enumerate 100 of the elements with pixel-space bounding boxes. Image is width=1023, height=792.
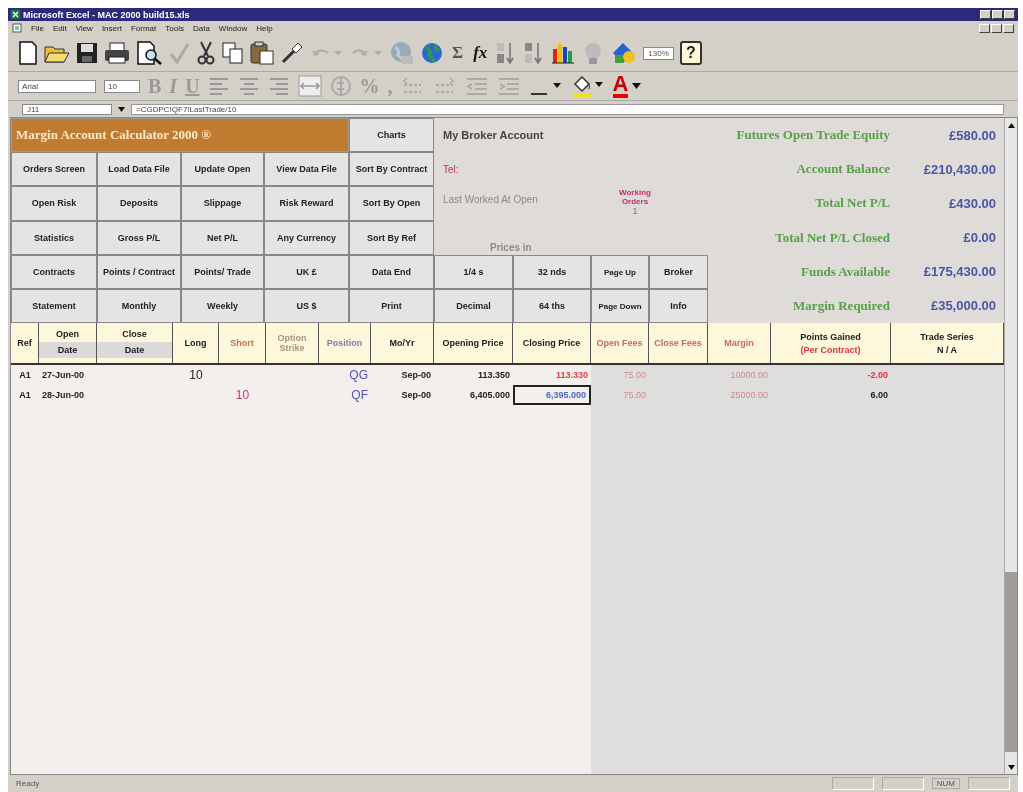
- sheet-button[interactable]: Load Data File: [97, 152, 181, 187]
- sheet-button[interactable]: 1/4 s: [434, 255, 513, 289]
- status-panel: [881, 777, 924, 790]
- column-header: Position: [319, 323, 371, 363]
- sheet-button[interactable]: Deposits: [97, 186, 181, 221]
- header-button[interactable]: Date: [97, 341, 172, 358]
- drawing-tools-icon[interactable]: [611, 41, 638, 65]
- column-header: Opening Price: [434, 323, 513, 363]
- summary-value: £580.00: [948, 127, 997, 143]
- sheet-button[interactable]: Statement: [11, 288, 97, 323]
- sheet-button[interactable]: Decimal: [434, 289, 513, 323]
- sheet-button[interactable]: Gross P/L: [97, 220, 181, 255]
- menu-item[interactable]: Edit: [52, 23, 67, 33]
- sheet-button[interactable]: Print: [349, 288, 434, 323]
- menu-item[interactable]: Tools: [165, 23, 184, 33]
- table-cell-text: 10: [188, 367, 204, 384]
- font-color-button[interactable]: A: [612, 74, 629, 98]
- sheet-button[interactable]: View Data File: [264, 152, 349, 187]
- formula-field[interactable]: =CGDPC!QF7!LastTrade/10: [131, 103, 1004, 115]
- sum-button[interactable]: Σ: [450, 43, 466, 63]
- header-button[interactable]: Date: [39, 341, 96, 358]
- sheet-button[interactable]: Page Up: [591, 255, 649, 289]
- scroll-down-icon[interactable]: [1007, 764, 1015, 770]
- phone-label: Tel:: [443, 163, 460, 175]
- fill-color-icon[interactable]: [570, 74, 605, 98]
- sheet-button[interactable]: Monthly: [97, 288, 181, 323]
- caret-icon[interactable]: [118, 106, 125, 112]
- menu-item[interactable]: View: [75, 23, 93, 33]
- table-cell-text: -2.00: [866, 369, 889, 382]
- caret-icon[interactable]: [632, 83, 642, 89]
- document-icon[interactable]: [12, 23, 22, 33]
- sheet-button[interactable]: Slippage: [181, 186, 264, 221]
- globe-icon[interactable]: [420, 41, 444, 65]
- print-preview-icon[interactable]: [136, 41, 162, 65]
- sheet-button[interactable]: Update Open: [181, 152, 264, 187]
- print-icon[interactable]: [104, 42, 130, 64]
- menu-item[interactable]: Insert: [101, 23, 122, 33]
- help-button[interactable]: ?: [679, 41, 702, 65]
- table-cell-text: 10: [234, 387, 251, 404]
- sheet-button[interactable]: Contracts: [11, 254, 97, 289]
- minimize-button[interactable]: [979, 23, 990, 33]
- summary-label: Total Net P/L Closed: [774, 229, 890, 246]
- copy-icon[interactable]: [222, 42, 244, 64]
- merge-cells-icon[interactable]: [297, 75, 322, 97]
- bar-chart-icon[interactable]: [551, 41, 576, 65]
- sheet-button[interactable]: 64 ths: [513, 289, 591, 323]
- sheet-button[interactable]: Open Risk: [11, 186, 97, 221]
- paintbrush-icon[interactable]: [280, 41, 304, 65]
- sheet-button[interactable]: US $: [264, 288, 349, 323]
- menu-item[interactable]: Window: [218, 23, 248, 33]
- zoom-dropdown[interactable]: 130%: [643, 46, 674, 60]
- close-button[interactable]: [1003, 23, 1014, 33]
- sheet-button[interactable]: Sort By Contract: [349, 152, 434, 187]
- new-document-icon[interactable]: [18, 41, 38, 65]
- sheet-button[interactable]: Any Currency: [264, 220, 349, 255]
- table-cell-text: 10000.00: [729, 369, 769, 382]
- sheet-button[interactable]: UK £: [264, 254, 349, 289]
- sheet-button[interactable]: Weekly: [181, 288, 264, 323]
- working-orders-count: 1: [632, 206, 638, 216]
- table-cell-text: 6,405.000: [468, 389, 511, 402]
- sheet-button[interactable]: 32 nds: [513, 255, 591, 289]
- table-cell-text: Sep-00: [400, 369, 432, 382]
- summary-value: £35,000.00: [929, 298, 997, 314]
- sheet-button[interactable]: Info: [649, 289, 708, 323]
- menu-item[interactable]: File: [31, 23, 44, 33]
- restore-button[interactable]: [992, 10, 1003, 19]
- table-cell-text: A1: [18, 389, 32, 402]
- menu-item[interactable]: Help: [256, 23, 273, 33]
- menu-item[interactable]: Data: [192, 23, 210, 33]
- charts-button[interactable]: Charts: [349, 118, 434, 153]
- table-cell-text: QG: [348, 367, 369, 384]
- sheet-button[interactable]: Page Down: [591, 289, 649, 323]
- scroll-up-icon[interactable]: [1007, 122, 1015, 128]
- restore-button[interactable]: [991, 23, 1002, 33]
- sheet-button[interactable]: Points / Contract: [97, 254, 181, 289]
- sheet-button[interactable]: Sort By Ref: [349, 220, 434, 255]
- scrollbar-thumb[interactable]: [1005, 572, 1017, 752]
- sheet-button[interactable]: Data End: [349, 254, 434, 289]
- close-button[interactable]: [1004, 10, 1015, 19]
- column-header: Long: [173, 323, 219, 363]
- font-size-dropdown[interactable]: 10: [104, 79, 140, 93]
- font-dropdown[interactable]: Arial: [18, 79, 96, 93]
- sheet-button[interactable]: Sort By Open: [349, 186, 434, 221]
- summary-value: £210,430.00: [922, 161, 997, 177]
- sheet-button[interactable]: Statistics: [11, 220, 97, 255]
- scissors-icon[interactable]: [196, 41, 216, 65]
- minimize-button[interactable]: [980, 10, 991, 19]
- menu-item[interactable]: Format: [130, 23, 157, 33]
- column-header: Trade Series: [920, 331, 974, 342]
- sheet-button[interactable]: Risk Reward: [264, 186, 349, 221]
- paste-icon[interactable]: [250, 41, 274, 65]
- broker-name: My Broker Account: [443, 129, 545, 141]
- function-button[interactable]: fx: [471, 43, 490, 63]
- spelling-check-icon[interactable]: [168, 42, 190, 64]
- sheet-button[interactable]: Points/ Trade: [181, 254, 264, 289]
- sheet-button[interactable]: Broker: [649, 255, 708, 289]
- sheet-button[interactable]: Net P/L: [181, 220, 264, 255]
- sheet-button[interactable]: Orders Screen: [11, 152, 97, 187]
- name-box[interactable]: J11: [22, 103, 112, 115]
- save-icon[interactable]: [76, 42, 98, 64]
